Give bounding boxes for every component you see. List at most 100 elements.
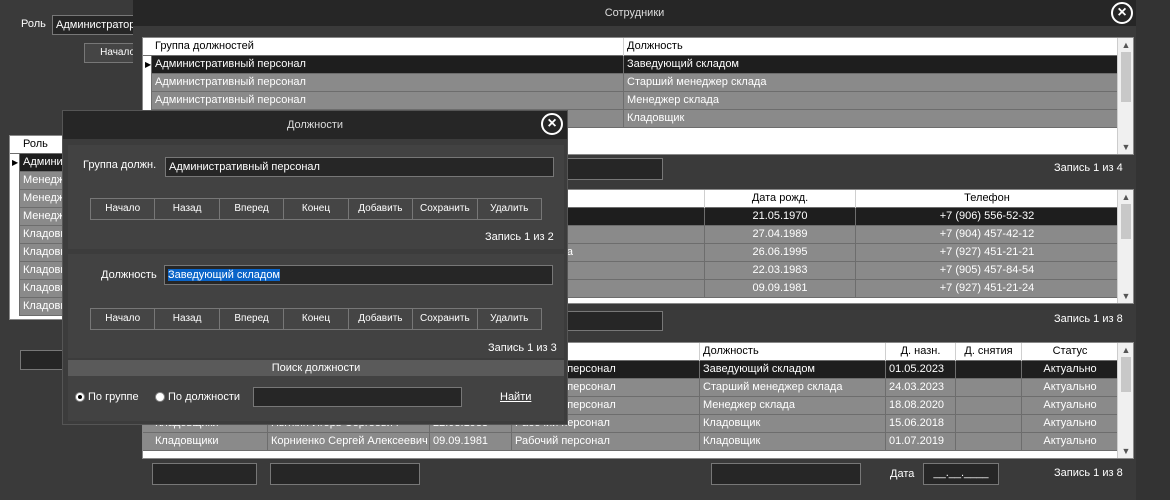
- table-row[interactable]: Административный персонал Старший менедже…: [143, 74, 1119, 92]
- table-cell: 26.06.1995: [705, 244, 856, 262]
- grid3-record-counter: Запись 1 из 8: [1054, 467, 1123, 479]
- scrollbar[interactable]: ▲ ▼: [1117, 190, 1133, 303]
- selected-text: Заведующий складом: [168, 269, 280, 281]
- table-cell: Актуально: [1022, 379, 1119, 397]
- table-cell: вна: [552, 244, 705, 262]
- table-cell: Старший менеджер склада: [624, 74, 1119, 92]
- table-row[interactable]: Кладовщики Корниенко Сергей Алексеевич 09.…: [143, 433, 1119, 451]
- group-record-counter: Запись 1 из 2: [485, 231, 554, 243]
- employees-title: Сотрудники: [133, 0, 1136, 26]
- table-cell: Менеджер склада: [624, 92, 1119, 110]
- start-button-bg[interactable]: Начало: [84, 43, 140, 63]
- find-link[interactable]: Найти: [500, 391, 531, 403]
- search-input[interactable]: [253, 387, 462, 407]
- group-panel: Группа должн. Административный персонал …: [68, 145, 564, 249]
- group-label: Группа должн.: [83, 159, 157, 171]
- table-cell: 15.06.2018: [886, 415, 956, 433]
- table-row[interactable]: Административный персонал Менеджер склада: [143, 92, 1119, 110]
- close-icon[interactable]: ×: [541, 113, 563, 135]
- table-cell: Актуально: [1022, 415, 1119, 433]
- table-cell: Менеджер склада: [700, 397, 886, 415]
- table-cell: Актуально: [1022, 361, 1119, 379]
- table-header: Группа должностей Должность: [143, 38, 1119, 56]
- group-nav-bar: Начало Назад Вперед Конец Добавить Сохра…: [90, 198, 542, 220]
- table-cell: Административный персонал: [152, 92, 624, 110]
- table-cell: Кладовщик: [700, 433, 886, 451]
- delete-button[interactable]: Удалить: [478, 199, 541, 219]
- radio-position-label: По должности: [168, 391, 241, 403]
- delete-button[interactable]: Удалить: [478, 309, 541, 329]
- table-cell: Актуально: [1022, 433, 1119, 451]
- position-nav-bar: Начало Назад Вперед Конец Добавить Сохра…: [90, 308, 542, 330]
- table-cell: 18.08.2020: [886, 397, 956, 415]
- radio-group[interactable]: [75, 392, 85, 402]
- scrollbar[interactable]: ▲ ▼: [1117, 38, 1133, 154]
- table-cell: [956, 433, 1022, 451]
- first-button[interactable]: Начало: [91, 199, 156, 219]
- scrollbar[interactable]: ▲ ▼: [1117, 343, 1133, 458]
- first-button[interactable]: Начало: [91, 309, 156, 329]
- date-input[interactable]: __.__.____: [923, 463, 999, 485]
- table-cell: Старший менеджер склада: [700, 379, 886, 397]
- table-cell: [956, 379, 1022, 397]
- table-cell: а: [552, 208, 705, 226]
- group-field[interactable]: Административный персонал: [165, 157, 554, 177]
- position-record-counter: Запись 1 из 3: [488, 342, 557, 354]
- table-cell: +7 (927) 451-21-24: [856, 280, 1119, 298]
- grid2-record-counter: Запись 1 из 8: [1054, 313, 1123, 325]
- table-cell: Заведующий складом: [624, 56, 1119, 74]
- last-button[interactable]: Конец: [284, 309, 349, 329]
- role-input[interactable]: Администратор: [52, 15, 142, 35]
- filter-input-2[interactable]: [270, 463, 420, 485]
- position-label: Должность: [101, 269, 157, 281]
- table-cell: Административный персонал: [152, 56, 624, 74]
- next-button[interactable]: Вперед: [220, 199, 285, 219]
- table-row[interactable]: ▶ Административный персонал Заведующий скл…: [143, 56, 1119, 74]
- save-button[interactable]: Сохранить: [413, 309, 478, 329]
- radio-position[interactable]: [155, 392, 165, 402]
- close-icon[interactable]: ×: [1111, 2, 1133, 24]
- table-cell: Административный персонал: [152, 74, 624, 92]
- row-marker-icon: ▶: [143, 56, 152, 74]
- table-cell: 24.03.2023: [886, 379, 956, 397]
- filter-input-3[interactable]: [711, 463, 861, 485]
- table-cell: +7 (927) 451-21-21: [856, 244, 1119, 262]
- positions-title: Должности: [63, 111, 567, 139]
- next-button[interactable]: Вперед: [220, 309, 285, 329]
- table-cell: [552, 262, 705, 280]
- position-panel: Должность Заведующий складом Начало Наза…: [68, 254, 564, 358]
- table-cell: [956, 415, 1022, 433]
- table-cell: 01.07.2019: [886, 433, 956, 451]
- row-marker-icon: ▶: [10, 154, 20, 172]
- table-cell: Кладовщики: [152, 433, 268, 451]
- table-cell: 01.05.2023: [886, 361, 956, 379]
- table-cell: Кладовщик: [700, 415, 886, 433]
- table-cell: +7 (904) 457-42-12: [856, 226, 1119, 244]
- search-panel: По группе По должности Найти: [68, 376, 564, 421]
- add-button[interactable]: Добавить: [349, 199, 414, 219]
- table-cell: +7 (905) 457-84-54: [856, 262, 1119, 280]
- search-title: Поиск должности: [68, 360, 564, 376]
- save-button[interactable]: Сохранить: [413, 199, 478, 219]
- prev-button[interactable]: Назад: [155, 309, 220, 329]
- table-cell: Кладовщик: [624, 110, 1119, 128]
- filter-input-1[interactable]: [152, 463, 257, 485]
- table-cell: Актуально: [1022, 397, 1119, 415]
- table-cell: ич: [552, 280, 705, 298]
- add-button[interactable]: Добавить: [349, 309, 414, 329]
- table-cell: Рабочий персонал: [512, 433, 700, 451]
- date-label: Дата: [890, 468, 915, 480]
- table-cell: Корниенко Сергей Алексеевич: [268, 433, 430, 451]
- last-button[interactable]: Конец: [284, 199, 349, 219]
- table-cell: 09.09.1981: [705, 280, 856, 298]
- positions-dialog: Должности × Группа должн. Административн…: [62, 110, 568, 425]
- table-cell: 21.05.1970: [705, 208, 856, 226]
- position-field[interactable]: Заведующий складом: [164, 265, 553, 285]
- grid1-record-counter: Запись 1 из 4: [1054, 162, 1123, 174]
- table-cell: 22.03.1983: [705, 262, 856, 280]
- table-cell: 09.09.1981: [430, 433, 512, 451]
- table-cell: Заведующий складом: [700, 361, 886, 379]
- table-cell: [956, 361, 1022, 379]
- table-cell: [956, 397, 1022, 415]
- prev-button[interactable]: Назад: [155, 199, 220, 219]
